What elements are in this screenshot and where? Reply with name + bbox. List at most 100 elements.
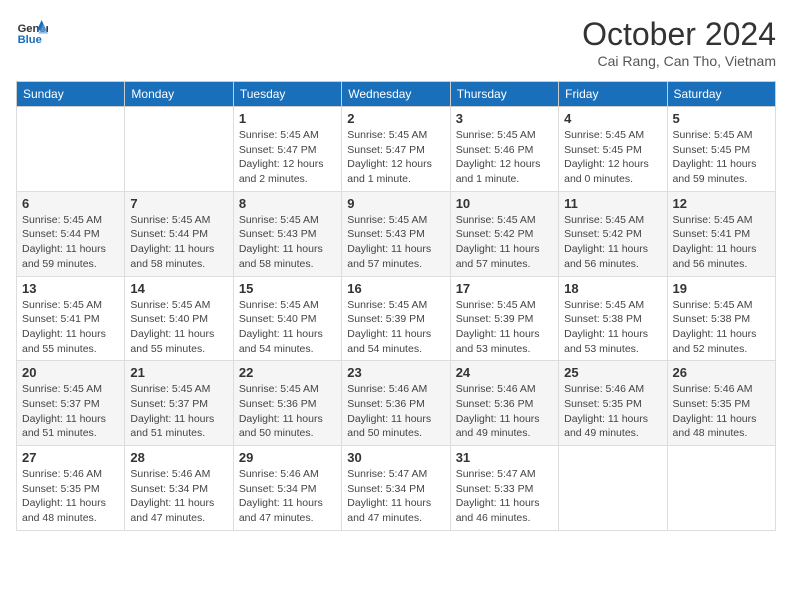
day-detail: Sunrise: 5:45 AMSunset: 5:37 PMDaylight:… xyxy=(130,382,227,441)
day-number: 2 xyxy=(347,111,444,126)
calendar-day-cell: 12 Sunrise: 5:45 AMSunset: 5:41 PMDayligh… xyxy=(667,191,775,276)
logo-icon: General Blue xyxy=(16,16,48,48)
calendar-day-cell: 10 Sunrise: 5:45 AMSunset: 5:42 PMDayligh… xyxy=(450,191,558,276)
day-number: 14 xyxy=(130,281,227,296)
calendar-day-cell xyxy=(125,107,233,192)
calendar-day-cell: 16Sunrise: 5:45 AMSunset: 5:39 PMDayligh… xyxy=(342,276,450,361)
calendar-day-cell: 23 Sunrise: 5:46 AMSunset: 5:36 PMDayligh… xyxy=(342,361,450,446)
day-detail: Sunrise: 5:45 AMSunset: 5:40 PMDaylight:… xyxy=(239,298,336,357)
day-detail: Sunrise: 5:47 AMSunset: 5:33 PMDaylight:… xyxy=(456,467,553,526)
day-detail: Sunrise: 5:46 AMSunset: 5:36 PMDaylight:… xyxy=(456,382,553,441)
day-detail: Sunrise: 5:45 AMSunset: 5:42 PMDaylight:… xyxy=(456,213,553,272)
day-detail: Sunrise: 5:45 AMSunset: 5:38 PMDaylight:… xyxy=(673,298,770,357)
calendar-day-cell: 5 Sunrise: 5:45 AMSunset: 5:45 PMDaylight… xyxy=(667,107,775,192)
day-of-week-header: Saturday xyxy=(667,82,775,107)
day-number: 9 xyxy=(347,196,444,211)
calendar-day-cell xyxy=(559,446,667,531)
calendar-day-cell: 17 Sunrise: 5:45 AMSunset: 5:39 PMDayligh… xyxy=(450,276,558,361)
day-detail: Sunrise: 5:45 AMSunset: 5:46 PMDaylight:… xyxy=(456,128,553,187)
page-header: General Blue October 2024 Cai Rang, Can … xyxy=(16,16,776,69)
calendar-day-cell: 15 Sunrise: 5:45 AMSunset: 5:40 PMDayligh… xyxy=(233,276,341,361)
day-detail: Sunrise: 5:45 AMSunset: 5:40 PMDaylight:… xyxy=(130,298,227,357)
day-number: 6 xyxy=(22,196,119,211)
day-of-week-header: Thursday xyxy=(450,82,558,107)
day-number: 29 xyxy=(239,450,336,465)
day-number: 18 xyxy=(564,281,661,296)
day-detail: Sunrise: 5:45 AMSunset: 5:42 PMDaylight:… xyxy=(564,213,661,272)
day-detail: Sunrise: 5:45 AMSunset: 5:39 PMDaylight:… xyxy=(347,298,444,357)
calendar-day-cell: 27 Sunrise: 5:46 AMSunset: 5:35 PMDayligh… xyxy=(17,446,125,531)
day-number: 10 xyxy=(456,196,553,211)
calendar-day-cell: 2 Sunrise: 5:45 AMSunset: 5:47 PMDaylight… xyxy=(342,107,450,192)
day-detail: Sunrise: 5:45 AMSunset: 5:47 PMDaylight:… xyxy=(239,128,336,187)
calendar-day-cell: 21 Sunrise: 5:45 AMSunset: 5:37 PMDayligh… xyxy=(125,361,233,446)
day-detail: Sunrise: 5:47 AMSunset: 5:34 PMDaylight:… xyxy=(347,467,444,526)
day-number: 7 xyxy=(130,196,227,211)
day-number: 27 xyxy=(22,450,119,465)
day-number: 5 xyxy=(673,111,770,126)
calendar-week-row: 27 Sunrise: 5:46 AMSunset: 5:35 PMDayligh… xyxy=(17,446,776,531)
day-number: 17 xyxy=(456,281,553,296)
day-detail: Sunrise: 5:45 AMSunset: 5:36 PMDaylight:… xyxy=(239,382,336,441)
day-detail: Sunrise: 5:46 AMSunset: 5:35 PMDaylight:… xyxy=(564,382,661,441)
calendar-week-row: 20 Sunrise: 5:45 AMSunset: 5:37 PMDayligh… xyxy=(17,361,776,446)
day-detail: Sunrise: 5:45 AMSunset: 5:39 PMDaylight:… xyxy=(456,298,553,357)
day-detail: Sunrise: 5:45 AMSunset: 5:43 PMDaylight:… xyxy=(347,213,444,272)
calendar-day-cell: 25Sunrise: 5:46 AMSunset: 5:35 PMDayligh… xyxy=(559,361,667,446)
day-detail: Sunrise: 5:45 AMSunset: 5:44 PMDaylight:… xyxy=(22,213,119,272)
calendar-day-cell: 8 Sunrise: 5:45 AMSunset: 5:43 PMDaylight… xyxy=(233,191,341,276)
day-number: 3 xyxy=(456,111,553,126)
day-detail: Sunrise: 5:45 AMSunset: 5:38 PMDaylight:… xyxy=(564,298,661,357)
day-number: 20 xyxy=(22,365,119,380)
calendar-day-cell: 28 Sunrise: 5:46 AMSunset: 5:34 PMDayligh… xyxy=(125,446,233,531)
day-of-week-header: Wednesday xyxy=(342,82,450,107)
day-number: 15 xyxy=(239,281,336,296)
day-detail: Sunrise: 5:45 AMSunset: 5:41 PMDaylight:… xyxy=(673,213,770,272)
day-detail: Sunrise: 5:45 AMSunset: 5:45 PMDaylight:… xyxy=(673,128,770,187)
day-detail: Sunrise: 5:46 AMSunset: 5:35 PMDaylight:… xyxy=(22,467,119,526)
day-detail: Sunrise: 5:46 AMSunset: 5:35 PMDaylight:… xyxy=(673,382,770,441)
day-detail: Sunrise: 5:45 AMSunset: 5:44 PMDaylight:… xyxy=(130,213,227,272)
day-number: 12 xyxy=(673,196,770,211)
calendar-day-cell: 6 Sunrise: 5:45 AMSunset: 5:44 PMDaylight… xyxy=(17,191,125,276)
calendar-day-cell: 14 Sunrise: 5:45 AMSunset: 5:40 PMDayligh… xyxy=(125,276,233,361)
day-number: 28 xyxy=(130,450,227,465)
day-number: 21 xyxy=(130,365,227,380)
day-number: 22 xyxy=(239,365,336,380)
day-number: 8 xyxy=(239,196,336,211)
calendar-day-cell: 3 Sunrise: 5:45 AMSunset: 5:46 PMDaylight… xyxy=(450,107,558,192)
calendar-header-row: SundayMondayTuesdayWednesdayThursdayFrid… xyxy=(17,82,776,107)
day-detail: Sunrise: 5:45 AMSunset: 5:43 PMDaylight:… xyxy=(239,213,336,272)
day-of-week-header: Tuesday xyxy=(233,82,341,107)
calendar-day-cell: 13 Sunrise: 5:45 AMSunset: 5:41 PMDayligh… xyxy=(17,276,125,361)
calendar-day-cell: 22 Sunrise: 5:45 AMSunset: 5:36 PMDayligh… xyxy=(233,361,341,446)
day-detail: Sunrise: 5:45 AMSunset: 5:47 PMDaylight:… xyxy=(347,128,444,187)
day-number: 30 xyxy=(347,450,444,465)
calendar-day-cell: 18 Sunrise: 5:45 AMSunset: 5:38 PMDayligh… xyxy=(559,276,667,361)
calendar-week-row: 6 Sunrise: 5:45 AMSunset: 5:44 PMDaylight… xyxy=(17,191,776,276)
calendar-day-cell: 19Sunrise: 5:45 AMSunset: 5:38 PMDayligh… xyxy=(667,276,775,361)
calendar-day-cell: 11Sunrise: 5:45 AMSunset: 5:42 PMDayligh… xyxy=(559,191,667,276)
month-year-title: October 2024 xyxy=(582,16,776,53)
calendar-day-cell xyxy=(667,446,775,531)
calendar-week-row: 1Sunrise: 5:45 AMSunset: 5:47 PMDaylight… xyxy=(17,107,776,192)
day-detail: Sunrise: 5:46 AMSunset: 5:34 PMDaylight:… xyxy=(130,467,227,526)
calendar-day-cell: 26 Sunrise: 5:46 AMSunset: 5:35 PMDayligh… xyxy=(667,361,775,446)
calendar-week-row: 13 Sunrise: 5:45 AMSunset: 5:41 PMDayligh… xyxy=(17,276,776,361)
day-detail: Sunrise: 5:46 AMSunset: 5:34 PMDaylight:… xyxy=(239,467,336,526)
day-number: 26 xyxy=(673,365,770,380)
calendar-day-cell: 31Sunrise: 5:47 AMSunset: 5:33 PMDayligh… xyxy=(450,446,558,531)
calendar-day-cell: 20Sunrise: 5:45 AMSunset: 5:37 PMDayligh… xyxy=(17,361,125,446)
calendar-table: SundayMondayTuesdayWednesdayThursdayFrid… xyxy=(16,81,776,531)
day-of-week-header: Monday xyxy=(125,82,233,107)
day-detail: Sunrise: 5:46 AMSunset: 5:36 PMDaylight:… xyxy=(347,382,444,441)
day-detail: Sunrise: 5:45 AMSunset: 5:41 PMDaylight:… xyxy=(22,298,119,357)
calendar-day-cell: 7 Sunrise: 5:45 AMSunset: 5:44 PMDaylight… xyxy=(125,191,233,276)
day-number: 23 xyxy=(347,365,444,380)
day-number: 13 xyxy=(22,281,119,296)
day-number: 24 xyxy=(456,365,553,380)
calendar-day-cell: 4 Sunrise: 5:45 AMSunset: 5:45 PMDaylight… xyxy=(559,107,667,192)
svg-text:Blue: Blue xyxy=(18,34,42,46)
day-number: 4 xyxy=(564,111,661,126)
day-detail: Sunrise: 5:45 AMSunset: 5:45 PMDaylight:… xyxy=(564,128,661,187)
